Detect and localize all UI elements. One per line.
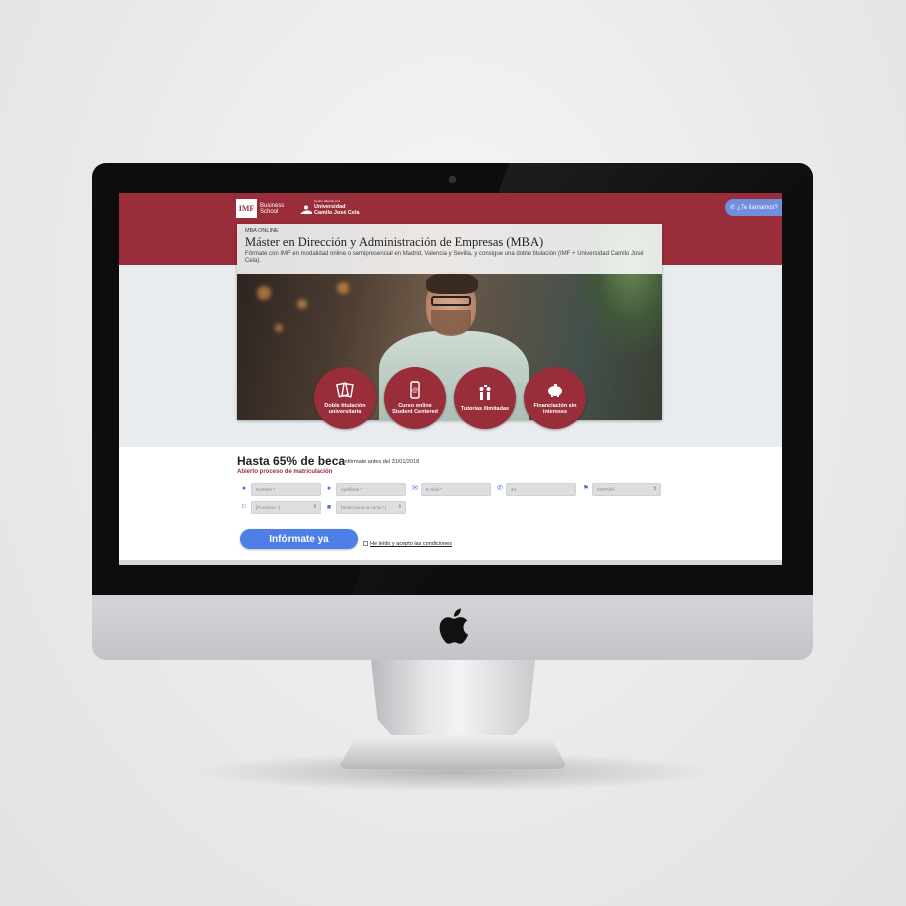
feature-online-course: @ Curso online Student Centered [384, 367, 446, 429]
user-icon: ● [241, 485, 247, 492]
surname-input[interactable]: Apellidos * [336, 483, 406, 496]
footer-divider [119, 560, 782, 565]
deadline-note: Infórmate antes del 31/01/2018 [343, 459, 420, 465]
hero-description: Fórmate con IMF en modalidad online o se… [245, 251, 644, 264]
imac-stand-foot [338, 735, 568, 769]
imac-mockup: IMF Business School Centro adscrito a la… [0, 0, 906, 906]
mobile-icon: @ [410, 380, 420, 399]
camera-icon [449, 176, 456, 183]
bokeh-light [297, 299, 307, 309]
phone-icon: ✆ [497, 485, 503, 492]
logo-school-text: School [260, 209, 279, 215]
course-value: [Selecciona tu curso *] [341, 505, 386, 510]
bokeh-light [337, 282, 349, 294]
location-flag-icon: ⚐ [240, 504, 248, 511]
phone-input[interactable]: 34 [506, 483, 576, 496]
flag-icon: ⚑ [582, 485, 590, 492]
phone-icon: ✆ [730, 205, 736, 211]
imac-stand-neck [371, 660, 535, 745]
partner-name-line2: Camilo José Cela [314, 210, 360, 216]
folder-icon: ■ [326, 504, 332, 511]
bokeh-light [275, 324, 283, 332]
imf-logo[interactable]: IMF [236, 199, 257, 218]
certificate-icon [336, 381, 354, 398]
email-input[interactable]: E-mail * [421, 483, 491, 496]
name-input[interactable]: Nombre * [251, 483, 321, 496]
conditions-link[interactable]: He leído y acepto las condiciones [370, 541, 452, 547]
users-icon: ● [326, 485, 332, 492]
submit-button[interactable]: Infórmate ya [240, 529, 358, 549]
student-glasses [431, 296, 471, 306]
select-arrow-icon: ⇕ [312, 504, 317, 510]
course-select[interactable]: [Selecciona tu curso *] ⇕ [336, 501, 406, 514]
partner-caption: Centro adscrito a la [314, 199, 341, 203]
feature-tutoring: Tutorías ilimitadas [454, 367, 516, 429]
feature-financing: Financiación sin intereses [524, 367, 586, 429]
ucjc-logo-icon [300, 205, 312, 214]
apple-logo-icon [439, 608, 469, 644]
feature-label: Tutorías ilimitadas [460, 405, 510, 412]
email-icon: ✉ [412, 485, 418, 492]
hero-title: Máster en Dirección y Administración de … [245, 235, 544, 249]
country-value: ESPAÑA [597, 487, 615, 492]
hero-kicker: MBA ONLINE [245, 228, 279, 234]
select-arrow-icon: ⇕ [397, 504, 402, 510]
people-icon [479, 384, 491, 400]
feature-label: Curso online Student Centered [392, 402, 438, 416]
imf-business-school-text: Business School [260, 203, 284, 215]
call-me-button[interactable]: ✆ ¿Te llamamos? [725, 199, 782, 216]
enrollment-subtitle: Abierto proceso de matriculación [237, 469, 333, 475]
screen: IMF Business School Centro adscrito a la… [119, 193, 782, 565]
feature-label: Financiación sin intereses [533, 402, 577, 416]
hero-caption: MBA ONLINE Máster en Dirección y Adminis… [237, 224, 662, 274]
feature-double-degree: Doble titulación universitaria [314, 367, 376, 429]
student-beard [431, 310, 471, 336]
student-hair [426, 272, 478, 294]
bokeh-light [257, 286, 271, 300]
call-me-label: ¿Te llamamos? [737, 204, 778, 211]
hero-image: MBA ONLINE Máster en Dirección y Adminis… [237, 224, 662, 420]
feature-label: Doble titulación universitaria [324, 402, 366, 416]
conditions-checkbox[interactable] [363, 541, 368, 546]
country-select[interactable]: ESPAÑA ⇕ [592, 483, 661, 496]
province-value: [Provincia *] [256, 505, 281, 510]
piggy-bank-icon [548, 383, 562, 397]
partner-logo-text: Universidad Camilo José Cela [314, 204, 374, 216]
select-arrow-icon: ⇕ [652, 486, 657, 492]
province-select[interactable]: [Provincia *] ⇕ [251, 501, 321, 514]
svg-text:@: @ [412, 388, 418, 394]
scholarship-title: Hasta 65% de beca [237, 454, 346, 468]
